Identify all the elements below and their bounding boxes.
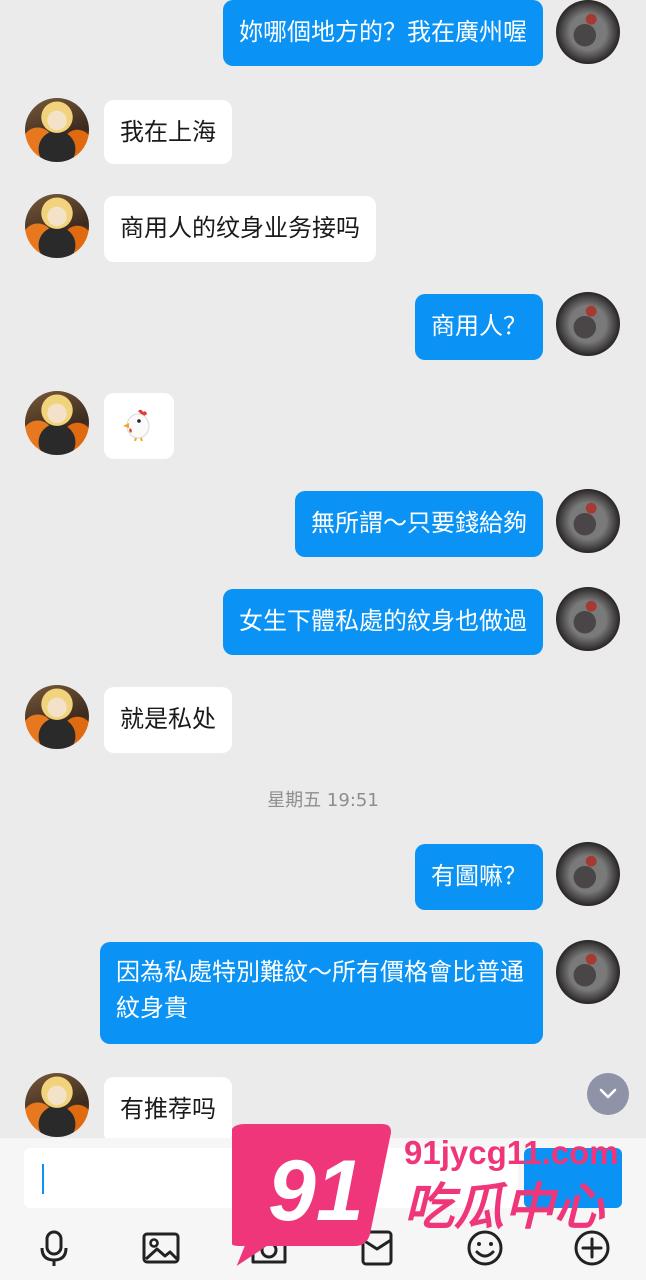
message-bubble-outgoing[interactable]: 女生下體私處的紋身也做過 [223,589,543,655]
message-row-outgoing: 有圖嘛？ [0,842,646,912]
chevron-down-icon [599,1088,617,1099]
watermark-number: 91 [268,1143,364,1239]
text-cursor [42,1164,44,1194]
message-row-outgoing: 因為私處特別難紋～所有價格會比普通紋身貴 [0,940,646,1050]
self-avatar[interactable] [556,292,620,356]
chat-message-list[interactable]: 妳哪個地方的？我在廣州喔 我在上海 商用人的纹身业务接吗 商用人？ 無所謂～只要… [0,0,646,1138]
message-bubble-outgoing[interactable]: 因為私處特別難紋～所有價格會比普通紋身貴 [100,942,543,1044]
contact-avatar[interactable] [25,685,89,749]
contact-avatar[interactable] [25,98,89,162]
self-avatar[interactable] [556,842,620,906]
watermark-number-badge: 91 [232,1124,391,1266]
message-row-outgoing: 妳哪個地方的？我在廣州喔 [0,0,646,70]
microphone-icon[interactable] [34,1228,74,1268]
message-row-outgoing: 商用人？ [0,292,646,364]
watermark-domain: 91jycg11.com [404,1134,619,1171]
site-watermark-logo: 91 91jycg11.com 吃瓜中心 [232,1124,619,1266]
message-bubble-incoming[interactable]: 就是私处 [104,687,232,753]
chicken-emoji-icon [123,409,150,441]
contact-avatar[interactable] [25,1073,89,1137]
message-row-incoming: 就是私处 [0,685,646,755]
self-avatar[interactable] [556,587,620,651]
message-bubble-incoming[interactable]: 我在上海 [104,100,232,164]
image-icon[interactable] [141,1228,181,1268]
message-timestamp: 星期五 19:51 [267,790,379,811]
message-bubble-incoming[interactable]: 有推荐吗 [104,1077,232,1138]
message-bubble-outgoing[interactable]: 商用人？ [415,294,543,360]
message-bubble-incoming[interactable] [104,393,174,459]
self-avatar[interactable] [556,940,620,1004]
message-bubble-incoming[interactable]: 商用人的纹身业务接吗 [104,196,376,262]
self-avatar[interactable] [556,0,620,64]
scroll-to-bottom-button[interactable] [587,1073,629,1115]
message-row-incoming [0,391,646,461]
message-row-outgoing: 無所謂～只要錢給夠 [0,489,646,559]
message-row-incoming: 商用人的纹身业务接吗 [0,194,646,264]
self-avatar[interactable] [556,489,620,553]
watermark-name: 吃瓜中心 [404,1178,606,1236]
message-bubble-outgoing[interactable]: 無所謂～只要錢給夠 [295,491,543,557]
message-bubble-outgoing[interactable]: 有圖嘛？ [415,844,543,910]
contact-avatar[interactable] [25,194,89,258]
message-bubble-outgoing[interactable]: 妳哪個地方的？我在廣州喔 [223,0,543,66]
message-row-outgoing: 女生下體私處的紋身也做過 [0,587,646,657]
contact-avatar[interactable] [25,391,89,455]
message-row-incoming: 我在上海 [0,98,646,168]
